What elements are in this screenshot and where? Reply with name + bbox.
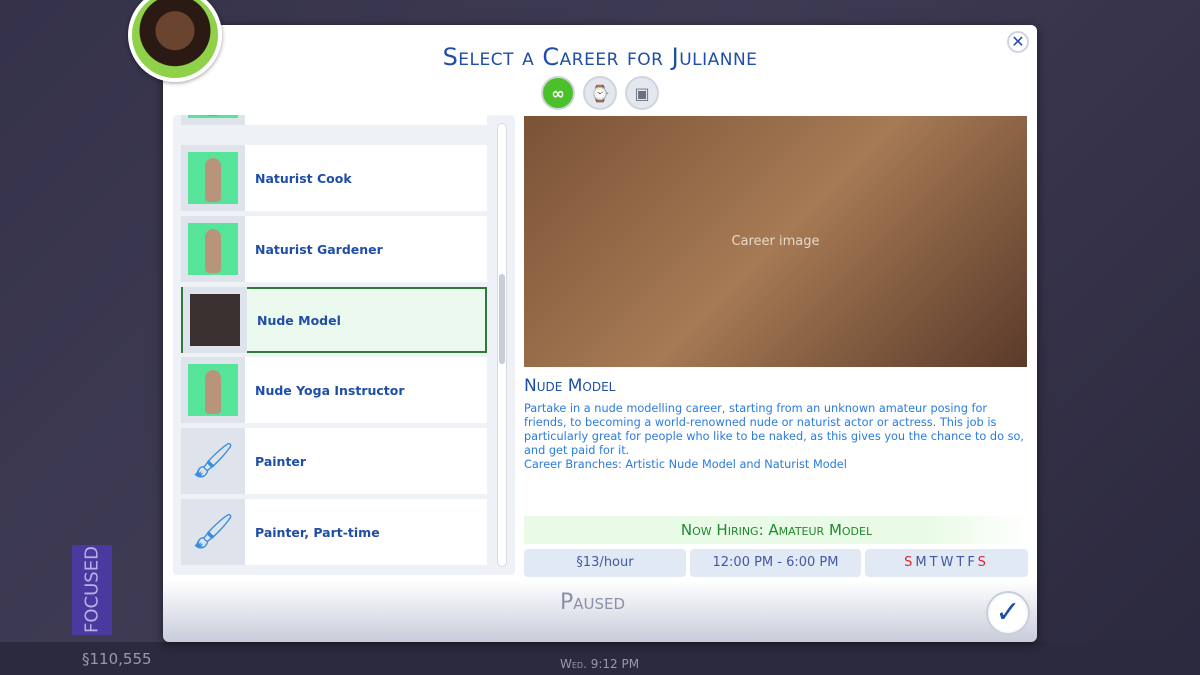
career-thumbnail <box>181 145 245 211</box>
dialog-title: Select a Career for Julianne <box>442 43 758 71</box>
pay-rate: §13/hour <box>524 549 686 577</box>
career-label: Painter, Part-time <box>255 524 380 540</box>
briefcase-icon[interactable]: ▣ <box>625 76 659 110</box>
career-item[interactable]: Nude Yoga Instructor <box>181 357 487 423</box>
list-scrollbar[interactable] <box>497 123 507 567</box>
career-item[interactable]: Naturist Gardener <box>181 216 487 282</box>
career-label: Painter <box>255 453 307 469</box>
career-image-placeholder: Career image <box>731 234 820 249</box>
career-label: Naturist Gardener <box>255 241 383 257</box>
day-thursday: T <box>956 555 968 570</box>
paintbrush-icon: 🖌 <box>181 499 245 565</box>
career-thumbnail <box>183 287 247 353</box>
career-list: Naturist Cook Naturist Gardener Nude Mod… <box>173 115 515 575</box>
career-label: Nude Yoga Instructor <box>255 382 405 398</box>
focused-label: FOCUSED <box>72 545 112 635</box>
career-item[interactable]: 🖌 Painter <box>181 428 487 494</box>
day-friday: F <box>967 555 978 570</box>
day-sunday: S <box>904 555 916 570</box>
paused-label: Paused <box>560 590 626 615</box>
career-item[interactable]: Naturist Cook <box>181 145 487 211</box>
career-filters: ∞ ⌚ ▣ <box>541 76 659 110</box>
work-days: SMTWTFS <box>865 549 1028 577</box>
confirm-checkmark-button[interactable]: ✓ <box>986 591 1030 635</box>
game-clock: Wed. 9:12 PM <box>560 657 640 671</box>
career-dialog: Select a Career for Julianne ✕ ∞ ⌚ ▣ Nat… <box>163 25 1037 642</box>
work-hours: 12:00 PM - 6:00 PM <box>690 549 861 577</box>
career-thumbnail <box>181 357 245 423</box>
career-item[interactable]: 🖌 Painter, Part-time <box>181 499 487 565</box>
infinity-icon[interactable]: ∞ <box>541 76 575 110</box>
career-item-selected[interactable]: Nude Model <box>181 287 487 353</box>
list-item-partial[interactable] <box>181 115 487 125</box>
day-tuesday: T <box>929 555 941 570</box>
description-text: Partake in a nude modelling career, star… <box>524 402 1024 457</box>
career-thumbnail <box>181 216 245 282</box>
scrollbar-thumb[interactable] <box>499 274 505 364</box>
paintbrush-icon: 🖌 <box>181 428 245 494</box>
career-label: Nude Model <box>257 312 341 328</box>
part-time-briefcase-icon[interactable]: ⌚ <box>583 76 617 110</box>
career-name: Nude Model <box>524 376 616 396</box>
close-button[interactable]: ✕ <box>1007 31 1029 53</box>
career-description: Partake in a nude modelling career, star… <box>524 402 1029 472</box>
career-label: Naturist Cook <box>255 170 352 186</box>
day-monday: M <box>915 555 930 570</box>
day-wednesday: W <box>940 555 957 570</box>
career-image: Career image <box>524 116 1027 367</box>
career-branches: Career Branches: Artistic Nude Model and… <box>524 458 847 471</box>
household-funds: §110,555 <box>82 650 152 668</box>
now-hiring-banner: Now Hiring: Amateur Model <box>524 516 1029 544</box>
day-saturday: S <box>977 555 989 570</box>
